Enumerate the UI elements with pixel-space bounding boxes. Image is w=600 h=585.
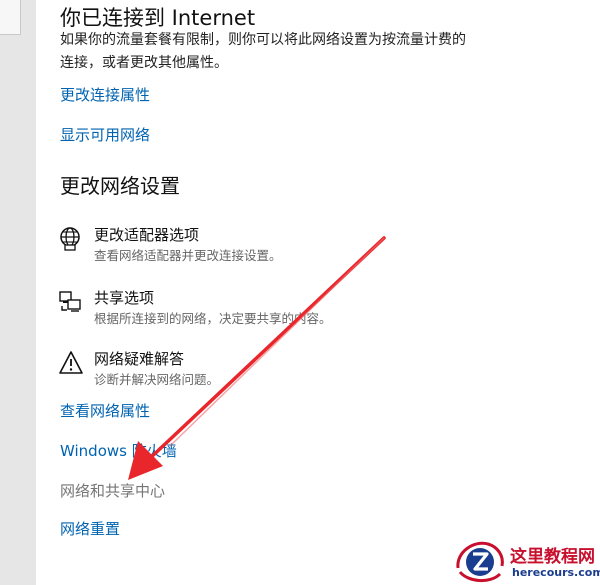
watermark-site-name: 这里教程网 — [510, 547, 595, 567]
watermark-site-domain: herecours.com — [512, 566, 600, 579]
z-logo-icon — [456, 541, 504, 582]
red-arrow-annotation — [128, 236, 386, 480]
watermark-logo: 这里教程网 herecours.com — [454, 538, 600, 585]
